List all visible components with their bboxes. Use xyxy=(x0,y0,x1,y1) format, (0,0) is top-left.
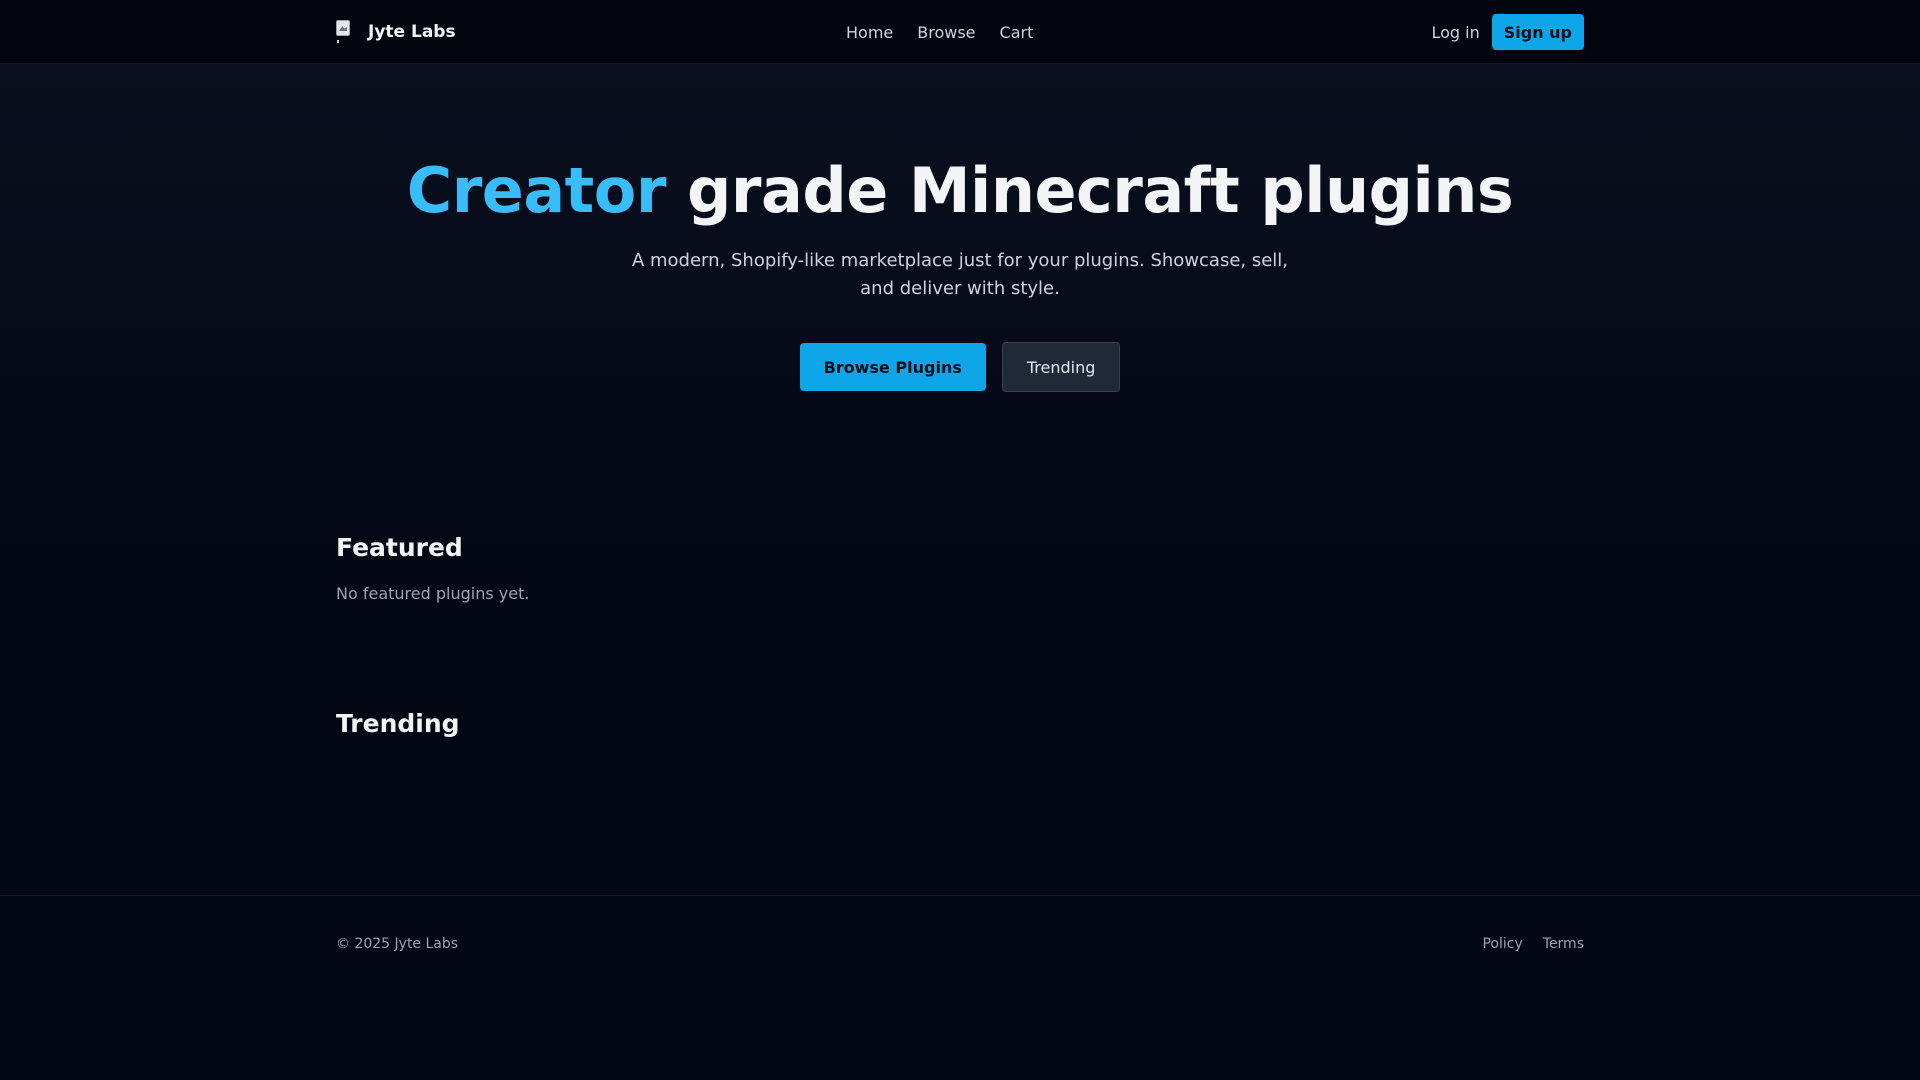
auth-actions: Log in Sign up xyxy=(1431,0,1584,64)
footer-link-terms[interactable]: Terms xyxy=(1543,936,1584,952)
signup-button[interactable]: Sign up xyxy=(1491,14,1584,50)
footer-inner: © 2025 Jyte Labs Policy Terms xyxy=(336,896,1584,996)
featured-title: Featured xyxy=(336,533,463,562)
footer-link-policy[interactable]: Policy xyxy=(1482,936,1522,952)
login-link[interactable]: Log in xyxy=(1431,23,1479,42)
copyright-text: © 2025 Jyte Labs xyxy=(336,936,459,952)
hero-title-accent: Creator xyxy=(406,154,667,227)
featured-empty-message: No featured plugins yet. xyxy=(336,584,530,603)
trending-title: Trending xyxy=(336,709,460,738)
nav-cart[interactable]: Cart xyxy=(1000,23,1034,42)
featured-section: Featured No featured plugins yet. xyxy=(336,533,1584,603)
page: Jyte Labs Home Browse Cart Log in Sign u… xyxy=(0,0,1920,1080)
nav-home[interactable]: Home xyxy=(846,23,893,42)
hero-subtitle: A modern, Shopify-like marketplace just … xyxy=(631,250,1289,299)
hero-section: Creator grade Minecraft plugins A modern… xyxy=(0,65,1920,392)
broken-image-icon xyxy=(336,20,354,44)
hero-title-rest: grade Minecraft plugins xyxy=(665,154,1514,227)
navbar-inner: Jyte Labs Home Browse Cart Log in Sign u… xyxy=(336,0,1584,64)
top-navbar: Jyte Labs Home Browse Cart Log in Sign u… xyxy=(0,0,1920,64)
footer-links: Policy Terms xyxy=(1482,936,1584,952)
nav-browse[interactable]: Browse xyxy=(917,23,975,42)
hero-title: Creator grade Minecraft plugins xyxy=(0,153,1920,229)
main-nav: Home Browse Cart xyxy=(846,0,1033,64)
brand-name: Jyte Labs xyxy=(368,22,456,42)
browse-plugins-button[interactable]: Browse Plugins xyxy=(799,343,986,391)
brand-link[interactable]: Jyte Labs xyxy=(336,0,456,64)
trending-section: Trending xyxy=(336,709,1584,738)
footer: © 2025 Jyte Labs Policy Terms xyxy=(0,895,1920,1080)
trending-button[interactable]: Trending xyxy=(1001,342,1121,392)
hero-actions: Browse Plugins Trending xyxy=(0,342,1920,392)
